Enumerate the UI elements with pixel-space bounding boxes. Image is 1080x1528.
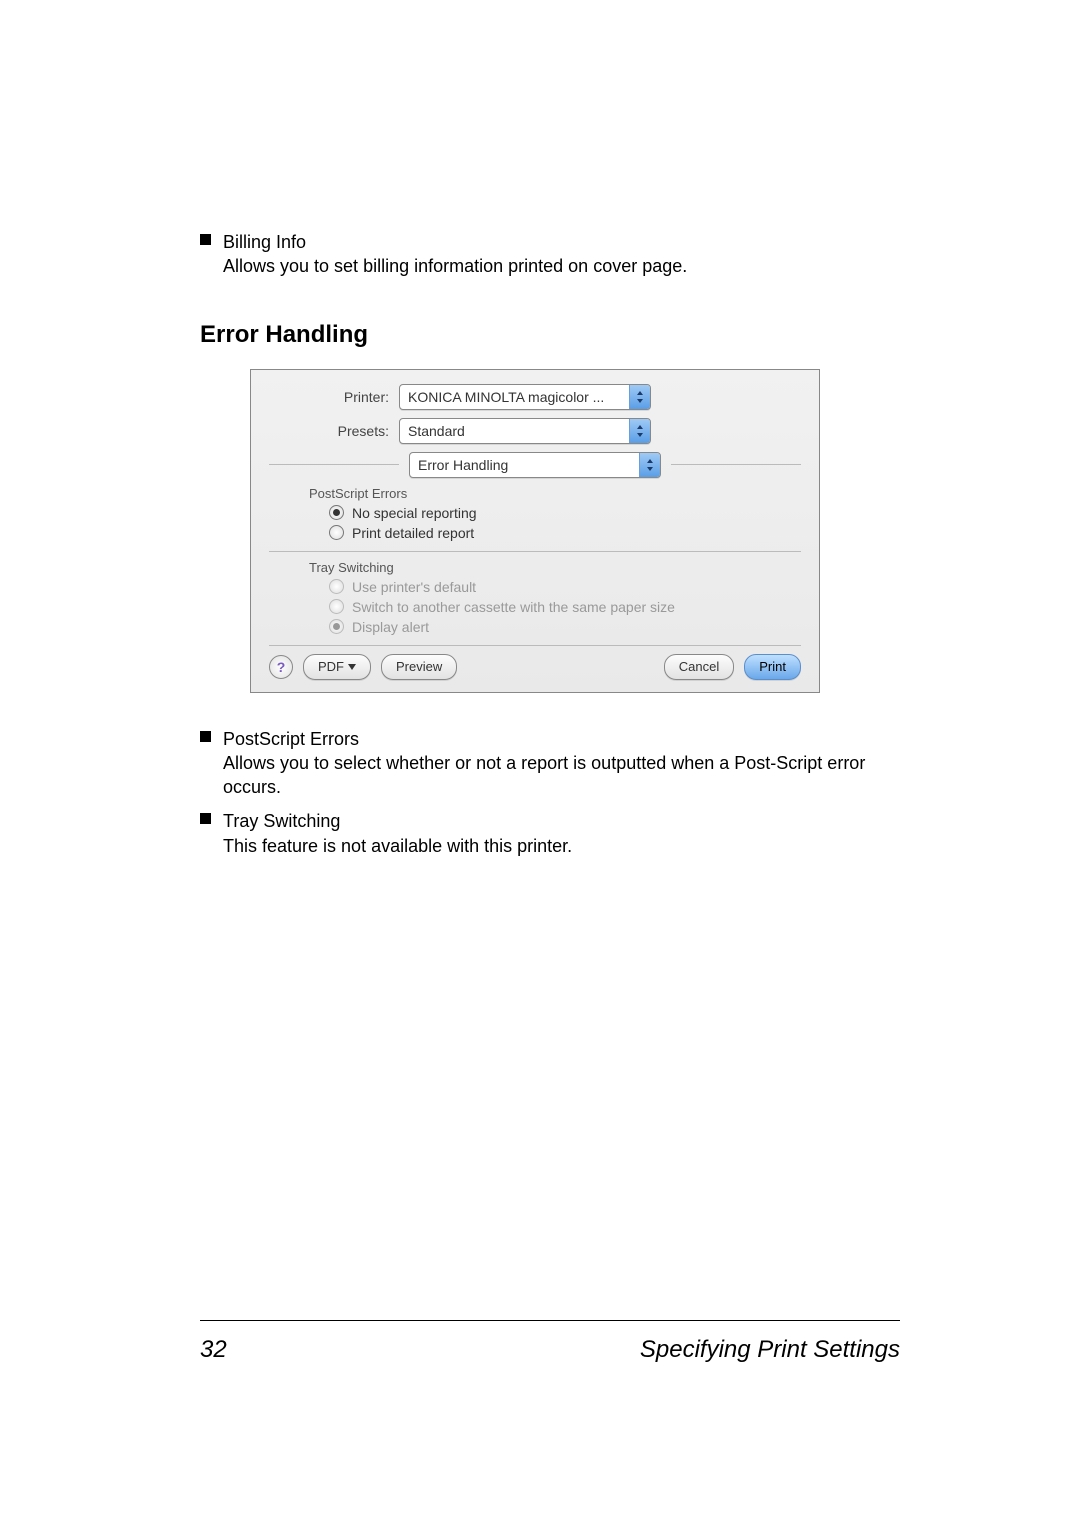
updown-icon bbox=[629, 419, 650, 443]
printer-row: Printer: KONICA MINOLTA magicolor ... bbox=[269, 384, 801, 410]
radio-no-special-reporting[interactable]: No special reporting bbox=[329, 505, 801, 521]
section-heading: Error Handling bbox=[200, 321, 900, 349]
chevron-down-icon bbox=[348, 664, 356, 670]
updown-icon bbox=[629, 385, 650, 409]
radio-icon bbox=[329, 505, 344, 520]
bullet-item: Tray Switching This feature is not avail… bbox=[200, 809, 900, 858]
radio-switch-cassette[interactable]: Switch to another cassette with the same… bbox=[329, 599, 801, 615]
pane-row: Error Handling bbox=[269, 452, 801, 478]
bullet-text: Billing Info Allows you to set billing i… bbox=[223, 230, 687, 279]
square-bullet-icon bbox=[200, 234, 211, 245]
presets-select[interactable]: Standard bbox=[399, 418, 651, 444]
preview-button[interactable]: Preview bbox=[381, 654, 457, 680]
footer-title: Specifying Print Settings bbox=[640, 1336, 900, 1364]
square-bullet-icon bbox=[200, 731, 211, 742]
divider-line bbox=[269, 464, 399, 465]
bullet-title: Billing Info bbox=[223, 230, 687, 254]
divider-line bbox=[269, 551, 801, 552]
page-number: 32 bbox=[200, 1336, 227, 1364]
presets-label: Presets: bbox=[269, 423, 399, 439]
help-icon: ? bbox=[277, 659, 286, 675]
printer-select[interactable]: KONICA MINOLTA magicolor ... bbox=[399, 384, 651, 410]
print-dialog: Printer: KONICA MINOLTA magicolor ... Pr… bbox=[250, 369, 820, 693]
help-button[interactable]: ? bbox=[269, 655, 293, 679]
pane-select[interactable]: Error Handling bbox=[409, 452, 661, 478]
cancel-button-label: Cancel bbox=[679, 659, 719, 674]
updown-icon bbox=[639, 453, 660, 477]
pdf-button[interactable]: PDF bbox=[303, 654, 371, 680]
radio-icon bbox=[329, 579, 344, 594]
postscript-errors-label: PostScript Errors bbox=[309, 486, 801, 501]
pdf-button-label: PDF bbox=[318, 659, 344, 674]
printer-select-text: KONICA MINOLTA magicolor ... bbox=[400, 389, 629, 405]
bullet-text: Tray Switching This feature is not avail… bbox=[223, 809, 572, 858]
radio-print-detailed-report[interactable]: Print detailed report bbox=[329, 525, 801, 541]
radio-label: Print detailed report bbox=[352, 525, 474, 541]
content: Billing Info Allows you to set billing i… bbox=[200, 230, 900, 864]
radio-icon bbox=[329, 599, 344, 614]
bullet-item: PostScript Errors Allows you to select w… bbox=[200, 727, 900, 800]
bullet-desc: Allows you to select whether or not a re… bbox=[223, 751, 900, 800]
bullet-title: Tray Switching bbox=[223, 809, 572, 833]
radio-icon bbox=[329, 619, 344, 634]
presets-select-text: Standard bbox=[400, 423, 629, 439]
pane-select-text: Error Handling bbox=[410, 457, 639, 473]
preview-button-label: Preview bbox=[396, 659, 442, 674]
printer-label: Printer: bbox=[269, 389, 399, 405]
page: Billing Info Allows you to set billing i… bbox=[0, 0, 1080, 1528]
bullet-item: Billing Info Allows you to set billing i… bbox=[200, 230, 900, 279]
radio-label: Use printer's default bbox=[352, 579, 476, 595]
radio-icon bbox=[329, 525, 344, 540]
bullet-title: PostScript Errors bbox=[223, 727, 900, 751]
presets-row: Presets: Standard bbox=[269, 418, 801, 444]
cancel-button[interactable]: Cancel bbox=[664, 654, 734, 680]
footer-rule bbox=[200, 1320, 900, 1321]
bullet-desc: This feature is not available with this … bbox=[223, 834, 572, 858]
divider-line bbox=[269, 645, 801, 646]
tray-switching-label: Tray Switching bbox=[309, 560, 801, 575]
radio-use-printer-default[interactable]: Use printer's default bbox=[329, 579, 801, 595]
dialog-footer: ? PDF Preview Cancel Print bbox=[269, 654, 801, 680]
radio-label: Display alert bbox=[352, 619, 429, 635]
radio-label: No special reporting bbox=[352, 505, 477, 521]
bullet-text: PostScript Errors Allows you to select w… bbox=[223, 727, 900, 800]
radio-label: Switch to another cassette with the same… bbox=[352, 599, 675, 615]
divider-line bbox=[671, 464, 801, 465]
post-list: PostScript Errors Allows you to select w… bbox=[200, 727, 900, 858]
print-button-label: Print bbox=[759, 659, 786, 674]
square-bullet-icon bbox=[200, 813, 211, 824]
bullet-desc: Allows you to set billing information pr… bbox=[223, 254, 687, 278]
radio-display-alert[interactable]: Display alert bbox=[329, 619, 801, 635]
print-button[interactable]: Print bbox=[744, 654, 801, 680]
